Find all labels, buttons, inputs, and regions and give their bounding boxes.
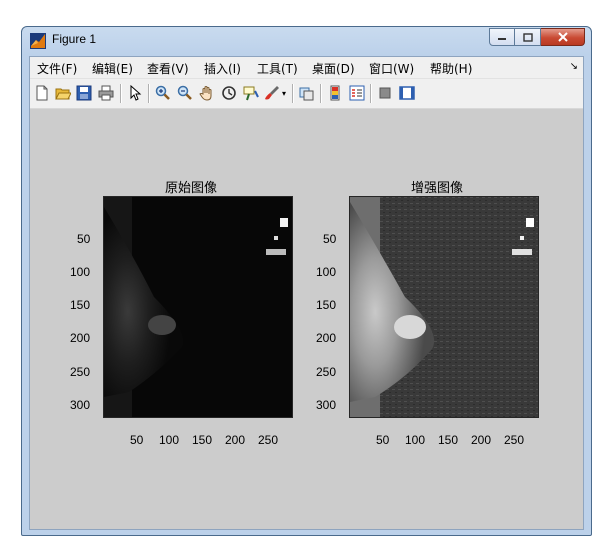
rotate-3d-button[interactable] — [220, 84, 238, 102]
hide-plot-tools-button[interactable] — [376, 84, 394, 102]
pan-button[interactable] — [198, 84, 216, 102]
brush-dropdown-icon[interactable]: ▾ — [280, 84, 288, 102]
figure-canvas: 原始图像 50 100 150 200 250 300 50 100 150 2… — [30, 109, 583, 529]
y-tick: 300 — [316, 398, 337, 412]
data-cursor-icon — [243, 86, 259, 101]
menu-window[interactable]: 窗口(W) — [369, 60, 414, 77]
rotate-3d-icon — [222, 86, 236, 100]
show-plot-tools-icon — [399, 86, 415, 100]
zoom-in-icon — [155, 85, 170, 100]
select-button[interactable] — [126, 84, 144, 102]
x-tick: 150 — [438, 433, 459, 447]
maximize-icon — [522, 32, 533, 42]
menu-bar: 文件(F) 编辑(E) 查看(V) 插入(I) 工具(T) 桌面(D) 窗口(W… — [30, 57, 583, 79]
show-plot-tools-button[interactable] — [398, 84, 416, 102]
brush-icon — [265, 86, 279, 100]
menu-file[interactable]: 文件(F) — [37, 60, 77, 77]
close-button[interactable] — [541, 28, 585, 46]
zoom-out-button[interactable] — [176, 84, 194, 102]
figure-toolbar: ▾ — [30, 79, 583, 109]
x-tick: 200 — [471, 433, 492, 447]
open-file-button[interactable] — [54, 84, 72, 102]
figure-window: Figure 1 文件(F) 编辑(E) 查看(V) 插入(I) 工具(T) 桌… — [21, 26, 592, 536]
hide-plot-tools-icon — [379, 87, 391, 99]
caption-buttons — [489, 28, 585, 46]
link-plot-icon — [299, 87, 314, 101]
menu-edit[interactable]: 编辑(E) — [92, 60, 133, 77]
menu-desktop[interactable]: 桌面(D) — [312, 60, 355, 77]
brush-button[interactable] — [263, 84, 281, 102]
legend-icon — [349, 85, 365, 101]
enhanced-image — [349, 196, 539, 418]
menu-view[interactable]: 查看(V) — [147, 60, 189, 77]
menu-insert[interactable]: 插入(I) — [204, 60, 241, 77]
title-bar[interactable]: Figure 1 — [22, 27, 591, 51]
link-plot-button[interactable] — [298, 84, 316, 102]
x-tick: 100 — [405, 433, 426, 447]
zoom-out-icon — [177, 85, 192, 100]
y-tick: 200 — [316, 331, 337, 345]
insert-colorbar-button[interactable] — [326, 84, 344, 102]
y-tick: 50 — [323, 232, 337, 246]
save-button[interactable] — [75, 84, 93, 102]
close-icon — [557, 32, 568, 42]
menu-overflow-icon[interactable]: ↘ — [570, 61, 578, 72]
axes-enhanced: 增强图像 50 100 150 200 250 300 50 100 150 2… — [30, 109, 585, 489]
menu-help[interactable]: 帮助(H) — [430, 60, 472, 77]
menu-tools[interactable]: 工具(T) — [257, 60, 298, 77]
enhanced-mammogram-image — [350, 197, 538, 417]
minimize-button[interactable] — [489, 28, 515, 46]
minimize-icon — [498, 38, 506, 40]
open-file-icon — [55, 88, 71, 100]
new-figure-button[interactable] — [33, 84, 51, 102]
y-tick: 250 — [316, 365, 337, 379]
y-tick: 150 — [316, 298, 337, 312]
new-figure-icon — [36, 85, 48, 101]
matlab-icon — [30, 33, 46, 49]
print-button[interactable] — [97, 84, 115, 102]
window-title: Figure 1 — [52, 32, 97, 46]
zoom-in-button[interactable] — [154, 84, 172, 102]
data-cursor-button[interactable] — [242, 84, 260, 102]
figure-client-area: 文件(F) 编辑(E) 查看(V) 插入(I) 工具(T) 桌面(D) 窗口(W… — [29, 56, 584, 530]
insert-legend-button[interactable] — [348, 84, 366, 102]
x-tick: 250 — [504, 433, 525, 447]
pointer-icon — [130, 85, 142, 101]
colorbar-icon — [330, 85, 340, 101]
maximize-button[interactable] — [515, 28, 541, 46]
pan-icon — [199, 86, 212, 101]
y-tick: 100 — [316, 265, 337, 279]
axes-title-enhanced: 增强图像 — [411, 181, 464, 196]
save-icon — [76, 85, 92, 101]
x-tick: 50 — [376, 433, 390, 447]
print-icon — [98, 85, 114, 101]
